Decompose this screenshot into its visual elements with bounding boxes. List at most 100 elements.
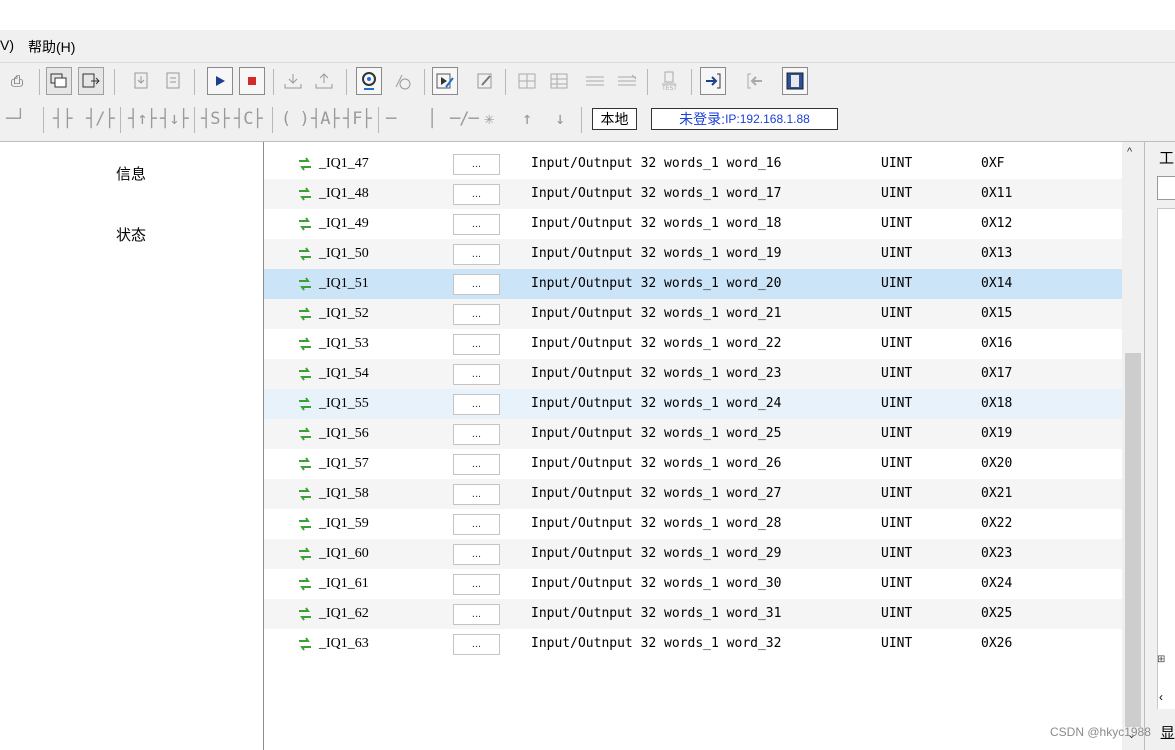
run-icon[interactable] <box>207 67 233 95</box>
ellipsis-button[interactable]: ... <box>453 574 500 595</box>
table-row[interactable]: _IQ1_56... Input/Outnput 32 words_1 word_… <box>264 419 1122 449</box>
hline-icon[interactable]: ─ <box>386 109 396 129</box>
delete-row-icon[interactable] <box>614 67 640 95</box>
timer-icon[interactable] <box>389 67 415 95</box>
variable-value: 0X21 <box>981 486 1013 501</box>
table-row[interactable]: _IQ1_58... Input/Outnput 32 words_1 word_… <box>264 479 1122 509</box>
ellipsis-button[interactable]: ... <box>453 514 500 535</box>
window-export-icon[interactable] <box>78 67 104 95</box>
contact-falling-icon[interactable]: ┤↓├ <box>160 109 189 129</box>
table-row[interactable]: _IQ1_50... Input/Outnput 32 words_1 word_… <box>264 239 1122 269</box>
table-row[interactable]: _IQ1_49... Input/Outnput 32 words_1 word_… <box>264 209 1122 239</box>
ellipsis-button[interactable]: ... <box>453 604 500 625</box>
stop-icon[interactable] <box>239 67 265 95</box>
monitor-icon[interactable] <box>356 67 382 95</box>
login-icon[interactable] <box>700 67 726 95</box>
table-row[interactable]: _IQ1_54... Input/Outnput 32 words_1 word_… <box>264 359 1122 389</box>
table-row[interactable]: _IQ1_52... Input/Outnput 32 words_1 word_… <box>264 299 1122 329</box>
print-icon[interactable]: ⎙ <box>4 67 30 95</box>
ellipsis-button[interactable]: ... <box>453 244 500 265</box>
variable-name: _IQ1_60 <box>319 546 369 561</box>
variable-description: Input/Outnput 32 words_1 word_26 <box>531 456 782 471</box>
variable-type: UINT <box>881 396 913 411</box>
sync-icon <box>299 367 311 381</box>
ellipsis-button[interactable]: ... <box>453 484 500 505</box>
ellipsis-button[interactable]: ... <box>453 214 500 235</box>
plc-upload-icon[interactable] <box>311 67 337 95</box>
arrow-down-icon[interactable]: ↓ <box>555 109 565 129</box>
contact-no-icon[interactable]: ┤├ <box>53 109 73 129</box>
insert-row-icon[interactable] <box>582 67 608 95</box>
edit-doc-icon[interactable] <box>472 67 498 95</box>
coil-icon[interactable]: ( ) <box>281 109 310 129</box>
ellipsis-button[interactable]: ... <box>453 364 500 385</box>
variable-name: _IQ1_61 <box>319 576 369 591</box>
contact-nc-icon[interactable]: ┤/├ <box>86 109 115 129</box>
connection-local-badge[interactable]: 本地 <box>592 108 637 130</box>
grid-icon-1[interactable] <box>514 67 540 95</box>
ellipsis-button[interactable]: ... <box>453 394 500 415</box>
variable-value: 0X19 <box>981 426 1013 441</box>
ellipsis-button[interactable]: ... <box>453 334 500 355</box>
download-doc-icon[interactable] <box>128 67 154 95</box>
scroll-up-icon[interactable]: ^ <box>1127 146 1132 158</box>
sync-icon <box>299 607 311 621</box>
ellipsis-button[interactable]: ... <box>453 154 500 175</box>
table-row[interactable]: _IQ1_55... Input/Outnput 32 words_1 word_… <box>264 389 1122 419</box>
ellipsis-button[interactable]: ... <box>453 184 500 205</box>
scroll-thumb[interactable] <box>1125 353 1141 727</box>
variable-type: UINT <box>881 366 913 381</box>
ladder-coil-end-icon[interactable]: ─┘ <box>6 109 26 129</box>
ellipsis-button[interactable]: ... <box>453 424 500 445</box>
variable-value: 0X17 <box>981 366 1013 381</box>
table-row[interactable]: _IQ1_59... Input/Outnput 32 words_1 word_… <box>264 509 1122 539</box>
window-tile-icon[interactable] <box>46 67 72 95</box>
variable-description: Input/Outnput 32 words_1 word_25 <box>531 426 782 441</box>
login-status-badge[interactable]: 未登录: IP:192.168.1.88 <box>651 108 838 130</box>
variable-type: UINT <box>881 606 913 621</box>
contact-s-icon[interactable]: ┤S├ <box>201 109 230 129</box>
table-row[interactable]: _IQ1_57... Input/Outnput 32 words_1 word_… <box>264 449 1122 479</box>
sync-icon <box>299 427 311 441</box>
variable-description: Input/Outnput 32 words_1 word_31 <box>531 606 782 621</box>
block-f-icon[interactable]: ┤F├ <box>343 109 372 129</box>
ellipsis-button[interactable]: ... <box>453 544 500 565</box>
table-row[interactable]: _IQ1_53... Input/Outnput 32 words_1 word_… <box>264 329 1122 359</box>
ellipsis-button[interactable]: ... <box>453 304 500 325</box>
vline-icon[interactable]: │ <box>427 109 437 129</box>
ellipsis-button[interactable]: ... <box>453 454 500 475</box>
contact-c-icon[interactable]: ┤C├ <box>234 109 263 129</box>
logout-icon[interactable] <box>742 67 768 95</box>
variable-type: UINT <box>881 336 913 351</box>
ellipsis-button[interactable]: ... <box>453 274 500 295</box>
variable-type: UINT <box>881 576 913 591</box>
plc-download-icon[interactable] <box>280 67 306 95</box>
menu-view[interactable]: V) <box>0 37 14 53</box>
table-row[interactable]: _IQ1_63... Input/Outnput 32 words_1 word_… <box>264 629 1122 659</box>
table-row[interactable]: _IQ1_47... Input/Outnput 32 words_1 word_… <box>264 149 1122 179</box>
test-icon[interactable]: TEST <box>656 67 682 95</box>
block-a-icon[interactable]: ┤A├ <box>311 109 340 129</box>
variable-type: UINT <box>881 426 913 441</box>
contact-rising-icon[interactable]: ┤↑├ <box>128 109 157 129</box>
table-row[interactable]: _IQ1_51... Input/Outnput 32 words_1 word_… <box>264 269 1122 299</box>
ellipsis-button[interactable]: ... <box>453 634 500 655</box>
main-toolbar: ⎙ TEST <box>0 63 1175 101</box>
table-row[interactable]: _IQ1_60... Input/Outnput 32 words_1 word_… <box>264 539 1122 569</box>
compare-doc-icon[interactable] <box>160 67 186 95</box>
nav-item-info[interactable]: 信息 <box>116 163 146 184</box>
book-icon[interactable] <box>782 67 808 95</box>
table-row[interactable]: _IQ1_48... Input/Outnput 32 words_1 word_… <box>264 179 1122 209</box>
nav-item-status[interactable]: 状态 <box>116 224 146 245</box>
table-row[interactable]: _IQ1_62... Input/Outnput 32 words_1 word_… <box>264 599 1122 629</box>
delete-line-icon[interactable]: ─/─ <box>450 109 479 129</box>
expand-icon[interactable]: ⊞ <box>1157 654 1165 665</box>
scroll-left-icon[interactable]: ‹ <box>1159 690 1163 704</box>
menu-help[interactable]: 帮助(H) <box>28 37 75 57</box>
edit-run-icon[interactable] <box>432 67 458 95</box>
table-row[interactable]: _IQ1_61... Input/Outnput 32 words_1 word_… <box>264 569 1122 599</box>
delete-cross-icon[interactable]: ✳ <box>484 109 494 129</box>
right-panel-input[interactable] <box>1157 176 1175 200</box>
grid-icon-2[interactable] <box>546 67 572 95</box>
arrow-up-icon[interactable]: ↑ <box>522 109 532 129</box>
